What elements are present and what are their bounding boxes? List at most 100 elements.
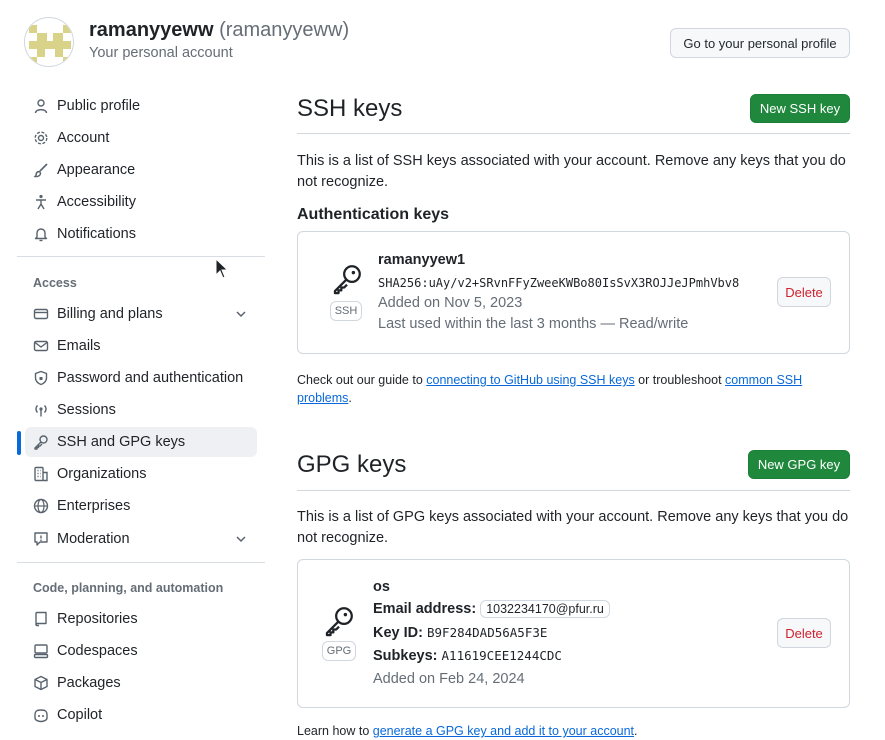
mail-icon	[33, 338, 49, 354]
delete-gpg-key-button[interactable]: Delete	[777, 618, 831, 648]
new-gpg-key-button[interactable]: New GPG key	[748, 450, 850, 479]
avatar[interactable]	[24, 17, 74, 67]
identicon-icon	[29, 25, 71, 65]
gpg-email: 1032234170@pfur.ru	[480, 600, 610, 618]
subkeys-label: Subkeys:	[373, 648, 438, 664]
guide-text-mid: or troubleshoot	[634, 373, 726, 387]
gpg-key-id: B9F284DAD56A5F3E	[427, 625, 548, 640]
key-icon	[333, 265, 361, 295]
sidebar-item-label: Emails	[57, 338, 101, 354]
ssh-key-last-used: Last used within the last 3 months — Rea…	[378, 316, 689, 332]
sidebar-divider	[17, 562, 265, 563]
generate-gpg-key-link[interactable]: generate a GPG key and add it to your ac…	[373, 724, 634, 738]
display-name: ramanyyeww	[89, 19, 214, 41]
login-name: (ramanyyeww)	[219, 19, 350, 41]
go-to-profile-button[interactable]: Go to your personal profile	[670, 28, 850, 58]
ssh-keys-title: SSH keys	[297, 95, 403, 122]
sidebar-item-label: Notifications	[57, 226, 136, 242]
person-icon	[33, 98, 49, 114]
gpg-key-item: GPG os Email address: 1032234170@pfur.ru…	[297, 559, 850, 708]
gpg-learn-text: Learn how to generate a GPG key and add …	[297, 722, 837, 740]
shield-lock-icon	[33, 370, 49, 386]
ssh-key-added: Added on Nov 5, 2023	[378, 295, 523, 311]
globe-icon	[33, 498, 49, 514]
gpg-keyid-row: Key ID: B9F284DAD56A5F3E	[373, 625, 547, 641]
sidebar-item-label: SSH and GPG keys	[57, 434, 186, 450]
sidebar-item-appearance[interactable]: Appearance	[25, 155, 257, 185]
guide-text-post: .	[348, 391, 352, 405]
gpg-badge: GPG	[322, 641, 356, 661]
account-subtitle: Your personal account	[89, 45, 233, 61]
sidebar-item-label: Password and authentication	[57, 370, 244, 386]
sidebar-item-repositories[interactable]: Repositories	[25, 604, 257, 634]
key-icon	[33, 434, 49, 450]
credit-card-icon	[33, 306, 49, 322]
sidebar-item-packages[interactable]: Packages	[25, 668, 257, 698]
sidebar-item-label: Accessibility	[57, 194, 136, 210]
sidebar-item-ssh-and-gpg-keys[interactable]: SSH and GPG keys	[25, 427, 257, 457]
sidebar-divider	[17, 256, 265, 257]
sidebar-item-label: Repositories	[57, 611, 138, 627]
key-icon	[325, 607, 353, 637]
sidebar-item-label: Moderation	[57, 531, 130, 547]
sidebar-item-codespaces[interactable]: Codespaces	[25, 636, 257, 666]
gpg-email-row: Email address: 1032234170@pfur.ru	[373, 600, 610, 618]
email-label: Email address:	[373, 601, 477, 617]
sidebar-item-copilot[interactable]: Copilot	[25, 700, 257, 730]
code-heading: Code, planning, and automation	[33, 581, 224, 595]
guide-text-pre: Check out our guide to	[297, 373, 427, 387]
delete-ssh-key-button[interactable]: Delete	[777, 277, 831, 307]
sidebar-item-organizations[interactable]: Organizations	[25, 459, 257, 489]
new-ssh-key-button[interactable]: New SSH key	[750, 94, 850, 123]
sidebar-item-label: Codespaces	[57, 643, 138, 659]
copilot-icon	[33, 707, 49, 723]
sidebar-item-label: Organizations	[57, 466, 147, 482]
sidebar-item-password-and-authentication[interactable]: Password and authentication	[25, 363, 257, 393]
gpg-key-added: Added on Feb 24, 2024	[373, 671, 525, 687]
sidebar-item-label: Sessions	[57, 402, 116, 418]
sidebar-item-label: Packages	[57, 675, 121, 691]
chevron-down-icon[interactable]	[233, 531, 249, 547]
mouse-cursor-icon	[215, 258, 229, 279]
active-indicator	[17, 431, 21, 455]
chevron-down-icon[interactable]	[233, 306, 249, 322]
repo-icon	[33, 611, 49, 627]
sidebar-item-label: Copilot	[57, 707, 103, 723]
bell-icon	[33, 226, 49, 242]
ssh-badge: SSH	[330, 301, 362, 321]
gear-icon	[33, 130, 49, 146]
ssh-guide-link[interactable]: connecting to GitHub using SSH keys	[426, 373, 634, 387]
sidebar-item-notifications[interactable]: Notifications	[25, 219, 257, 249]
report-icon	[33, 531, 49, 547]
ssh-key-fingerprint: SHA256:uAy/v2+SRvnFFyZweeKWBo80IsSvX3ROJ…	[378, 276, 740, 290]
sidebar-item-moderation[interactable]: Moderation	[25, 524, 257, 554]
sidebar-item-accessibility[interactable]: Accessibility	[25, 187, 257, 217]
ssh-guide-text: Check out our guide to connecting to Git…	[297, 371, 837, 407]
keyid-label: Key ID:	[373, 625, 423, 641]
gpg-keys-title: GPG keys	[297, 451, 407, 478]
sidebar-item-billing-and-plans[interactable]: Billing and plans	[25, 299, 257, 329]
paintbrush-icon	[33, 162, 49, 178]
access-heading: Access	[33, 276, 77, 290]
codespaces-icon	[33, 643, 49, 659]
authentication-keys-heading: Authentication keys	[297, 206, 450, 223]
sidebar-item-label: Account	[57, 130, 110, 146]
sidebar-item-label: Public profile	[57, 98, 141, 114]
gpg-subkeys: A11619CEE1244CDC	[441, 648, 562, 663]
sidebar-item-emails[interactable]: Emails	[25, 331, 257, 361]
sidebar-item-label: Billing and plans	[57, 306, 163, 322]
sidebar-item-sessions[interactable]: Sessions	[25, 395, 257, 425]
gpg-subkeys-row: Subkeys: A11619CEE1244CDC	[373, 648, 562, 664]
sidebar-item-account[interactable]: Account	[25, 123, 257, 153]
package-icon	[33, 675, 49, 691]
sidebar-item-public-profile[interactable]: Public profile	[25, 91, 257, 121]
learn-text-post: .	[634, 724, 638, 738]
ssh-key-name: ramanyyew1	[378, 252, 466, 268]
sidebar-item-label: Enterprises	[57, 498, 131, 514]
gpg-key-name: os	[373, 579, 390, 595]
broadcast-icon	[33, 402, 49, 418]
ssh-key-item: SSH ramanyyew1 SHA256:uAy/v2+SRvnFFyZwee…	[297, 231, 850, 354]
account-name[interactable]: ramanyyeww (ramanyyeww)	[89, 19, 349, 42]
learn-text-pre: Learn how to	[297, 724, 373, 738]
sidebar-item-enterprises[interactable]: Enterprises	[25, 491, 257, 521]
